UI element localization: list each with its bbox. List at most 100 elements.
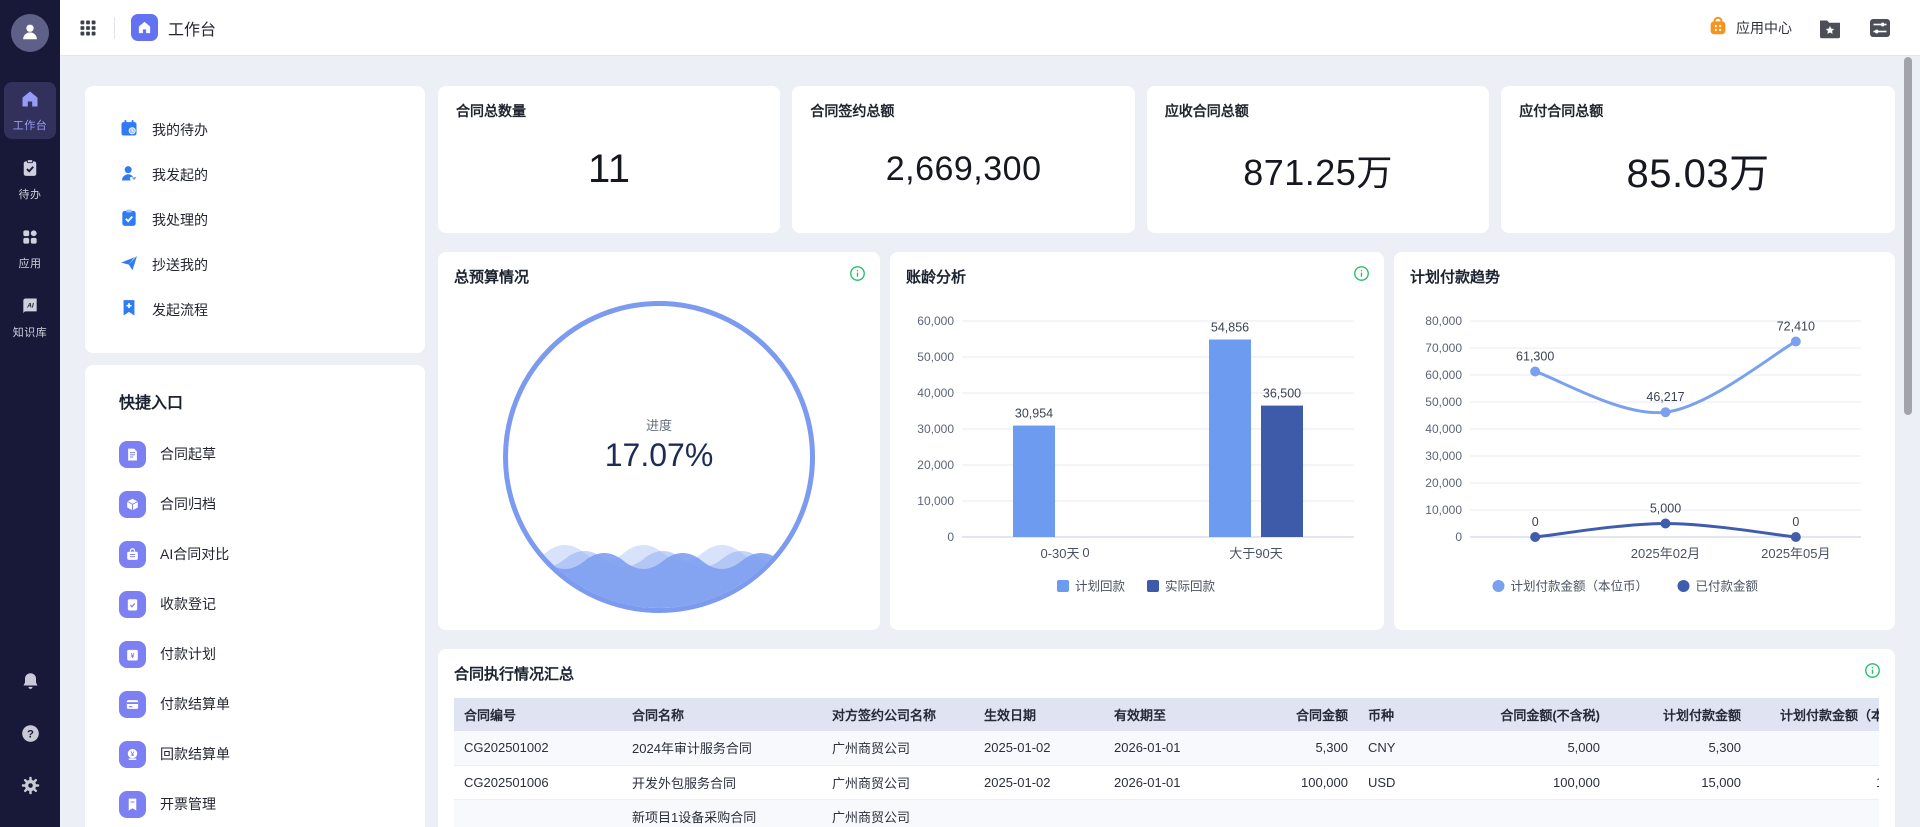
- rail-item-workbench[interactable]: 工作台: [4, 82, 56, 139]
- quick-item-3[interactable]: 收款登记: [119, 579, 391, 629]
- settings-sliders-icon[interactable]: [1868, 17, 1892, 39]
- archive-box-icon: [119, 491, 146, 518]
- quick-item-6[interactable]: ¥ 回款结算单: [119, 729, 391, 779]
- column-header: 计划付款金额（本位币）: [1751, 698, 1879, 731]
- quick-item-1[interactable]: 合同归档: [119, 479, 391, 529]
- svg-text:30,000: 30,000: [1425, 449, 1462, 463]
- svg-text:大于90天: 大于90天: [1229, 546, 1282, 561]
- budget-gauge-panel: 总预算情况 进度 17.07%: [438, 252, 880, 630]
- svg-text:5,000: 5,000: [1650, 502, 1681, 516]
- page-body: 我的待办 我发起的 我处理的 抄送我的 发起流程 快捷入口 合同起草 合同归档: [60, 56, 1920, 827]
- help-icon[interactable]: ?: [20, 723, 41, 749]
- info-icon[interactable]: [1864, 662, 1881, 679]
- table-cell: 广州商贸公司: [822, 731, 974, 765]
- svg-text:40,000: 40,000: [917, 386, 954, 400]
- gauge-label: 进度: [508, 415, 810, 434]
- column-header: 合同编号: [454, 698, 622, 731]
- table-cell: 2026-01-01: [1104, 731, 1238, 765]
- clipboard-check-icon: [20, 158, 40, 183]
- quick-item-2[interactable]: AI合同对比: [119, 529, 391, 579]
- contract-table: 合同编号合同名称对方签约公司名称生效日期有效期至合同金额币种合同金额(不含税)计…: [454, 698, 1879, 827]
- panel-title: 总预算情况: [454, 266, 864, 287]
- svg-text:0: 0: [1082, 545, 1089, 560]
- table-cell: 2026-01-01: [1104, 765, 1238, 799]
- water-wave: [506, 529, 815, 609]
- stat-label: 应收合同总额: [1165, 101, 1471, 121]
- table-row[interactable]: 新项目1设备采购合同广州商贸公司: [454, 799, 1879, 827]
- table-cell: [1751, 799, 1879, 827]
- send-cc-icon: [119, 253, 139, 276]
- svg-text:计划付款金额（本位币）: 计划付款金额（本位币）: [1511, 579, 1649, 594]
- stat-label: 合同总数量: [456, 101, 762, 121]
- menu-item-0[interactable]: 我的待办: [119, 107, 391, 152]
- table-row[interactable]: CG2025010022024年审计服务合同广州商贸公司2025-01-0220…: [454, 731, 1879, 765]
- stat-value: 871.25万: [1165, 121, 1471, 218]
- quick-item-4[interactable]: ¥ 付款计划: [119, 629, 391, 679]
- quick-item-5[interactable]: 付款结算单: [119, 679, 391, 729]
- home-icon: [20, 89, 40, 114]
- svg-text:30,954: 30,954: [1015, 407, 1053, 421]
- favorites-folder-icon[interactable]: [1818, 17, 1842, 39]
- svg-text:¥: ¥: [131, 652, 135, 659]
- stat-label: 应付合同总额: [1519, 101, 1877, 121]
- table-cell: CG202501006: [454, 765, 622, 799]
- quick-item-label: 回款结算单: [160, 744, 230, 764]
- svg-text:0: 0: [1455, 530, 1462, 544]
- rail-nav: 工作台 待办 应用 AI 知识库: [0, 82, 60, 358]
- table-cell: 广州商贸公司: [822, 799, 974, 827]
- person-icon: [19, 20, 41, 47]
- table-title: 合同执行情况汇总: [454, 663, 1879, 684]
- app-launcher-icon[interactable]: [78, 18, 98, 38]
- menu-item-label: 我处理的: [152, 210, 208, 230]
- vertical-scrollbar-thumb[interactable]: [1904, 57, 1912, 415]
- column-header: 计划付款金额: [1610, 698, 1751, 731]
- page-title: 工作台: [168, 16, 216, 40]
- svg-text:70,000: 70,000: [1425, 341, 1462, 355]
- clipboard-done-icon: [119, 208, 139, 231]
- rail-item-label: 应用: [19, 255, 42, 271]
- table-cell: [974, 799, 1104, 827]
- svg-text:2025年05月: 2025年05月: [1761, 546, 1830, 561]
- table-cell: 5,300: [1610, 731, 1751, 765]
- svg-text:10,000: 10,000: [1425, 503, 1462, 517]
- svg-text:46,217: 46,217: [1646, 390, 1684, 404]
- table-cell: [454, 799, 622, 827]
- left-rail: 工作台 待办 应用 AI 知识库 ?: [0, 0, 60, 827]
- info-icon[interactable]: [849, 265, 866, 282]
- table-cell: 100,000: [1459, 765, 1610, 799]
- app-center-button[interactable]: 应用中心: [1707, 15, 1792, 40]
- bell-icon[interactable]: [20, 671, 41, 697]
- quick-item-7[interactable]: 开票管理: [119, 779, 391, 827]
- table-cell: USD: [1358, 765, 1459, 799]
- column-header: 合同金额: [1238, 698, 1358, 731]
- rail-item-todo[interactable]: 待办: [4, 151, 56, 208]
- menu-item-2[interactable]: 我处理的: [119, 197, 391, 242]
- table-cell: 100,000: [1238, 765, 1358, 799]
- menu-item-label: 我的待办: [152, 120, 208, 140]
- rail-item-knowledge[interactable]: AI 知识库: [4, 289, 56, 346]
- menu-item-3[interactable]: 抄送我的: [119, 242, 391, 287]
- menu-item-4[interactable]: 发起流程: [119, 287, 391, 332]
- table-cell: 广州商贸公司: [822, 765, 974, 799]
- gauge-value: 17.07%: [508, 437, 810, 474]
- payment-statement-icon: [119, 691, 146, 718]
- quick-item-0[interactable]: 合同起草: [119, 429, 391, 479]
- info-icon[interactable]: [1353, 265, 1370, 282]
- stat-card-0: 合同总数量 11: [438, 86, 780, 233]
- user-avatar[interactable]: [11, 14, 49, 52]
- table-row[interactable]: CG202501006开发外包服务合同广州商贸公司2025-01-022026-…: [454, 765, 1879, 799]
- rail-item-apps[interactable]: 应用: [4, 220, 56, 277]
- top-header: 工作台 应用中心: [60, 0, 1920, 56]
- stat-card-3: 应付合同总额 85.03万: [1501, 86, 1895, 233]
- stat-value: 11: [456, 121, 762, 218]
- svg-text:AI: AI: [26, 302, 34, 309]
- table-cell: 5,000: [1459, 731, 1610, 765]
- workbench-home-icon[interactable]: [131, 14, 158, 41]
- column-header: 对方签约公司名称: [822, 698, 974, 731]
- svg-text:80,000: 80,000: [1425, 314, 1462, 328]
- table-cell: [1358, 799, 1459, 827]
- my-items-card: 我的待办 我发起的 我处理的 抄送我的 发起流程: [85, 86, 425, 353]
- table-cell: [1610, 799, 1751, 827]
- gear-icon[interactable]: [20, 775, 41, 801]
- menu-item-1[interactable]: 我发起的: [119, 152, 391, 197]
